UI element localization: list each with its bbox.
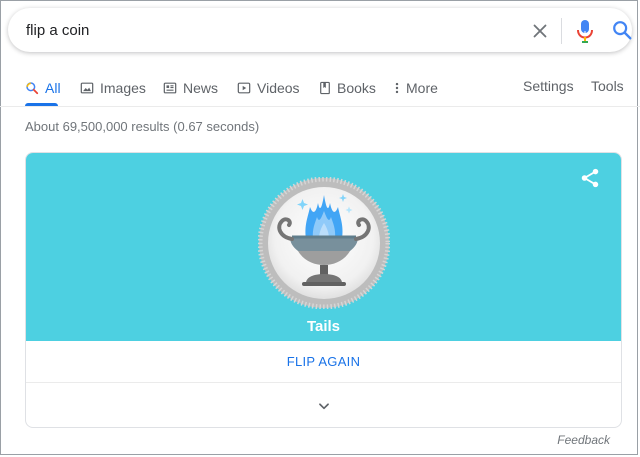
search-tabs: All Images News Videos Books More Settin… bbox=[0, 68, 640, 106]
settings-link[interactable]: Settings bbox=[523, 78, 574, 94]
feedback-link[interactable]: Feedback bbox=[557, 433, 610, 447]
tab-news-label: News bbox=[183, 80, 219, 96]
coin-tails-brazier-icon bbox=[258, 177, 390, 309]
tab-books[interactable]: Books bbox=[319, 78, 376, 98]
result-stats: About 69,500,000 results (0.67 seconds) bbox=[25, 119, 260, 134]
tab-news[interactable]: News bbox=[163, 78, 218, 98]
play-icon bbox=[237, 82, 251, 94]
search-submit-button[interactable] bbox=[611, 19, 633, 41]
expand-card-button[interactable] bbox=[26, 383, 621, 427]
tools-link[interactable]: Tools bbox=[591, 78, 624, 94]
share-icon bbox=[581, 168, 599, 188]
search-bar-divider bbox=[561, 18, 562, 44]
tab-images[interactable]: Images bbox=[80, 78, 146, 98]
tab-images-label: Images bbox=[100, 80, 146, 96]
clear-search-button[interactable] bbox=[529, 20, 551, 42]
coin-display-area: Tails bbox=[26, 153, 621, 341]
search-icon bbox=[26, 82, 39, 95]
search-icon bbox=[613, 21, 632, 40]
search-input[interactable] bbox=[26, 20, 496, 40]
tab-more-label: More bbox=[406, 80, 438, 96]
newspaper-icon bbox=[163, 82, 177, 94]
share-button[interactable] bbox=[579, 167, 601, 189]
book-icon bbox=[320, 81, 330, 95]
tab-all-label: All bbox=[45, 80, 61, 96]
tab-all[interactable]: All bbox=[25, 78, 61, 98]
voice-search-button[interactable] bbox=[575, 18, 595, 44]
chevron-down-icon bbox=[318, 402, 329, 409]
search-bar bbox=[8, 8, 632, 52]
tabs-divider bbox=[0, 106, 640, 107]
tab-videos-label: Videos bbox=[257, 80, 300, 96]
coin-result-label: Tails bbox=[306, 318, 341, 335]
tab-more[interactable]: More bbox=[394, 78, 438, 98]
tab-books-label: Books bbox=[337, 80, 376, 96]
tab-videos[interactable]: Videos bbox=[237, 78, 300, 98]
flip-again-button[interactable]: FLIP AGAIN bbox=[26, 341, 621, 383]
more-vertical-icon bbox=[395, 82, 399, 94]
microphone-icon bbox=[577, 20, 593, 43]
coin-flip-card: Tails FLIP AGAIN bbox=[25, 152, 622, 428]
close-icon bbox=[533, 24, 547, 38]
image-icon bbox=[80, 82, 94, 94]
